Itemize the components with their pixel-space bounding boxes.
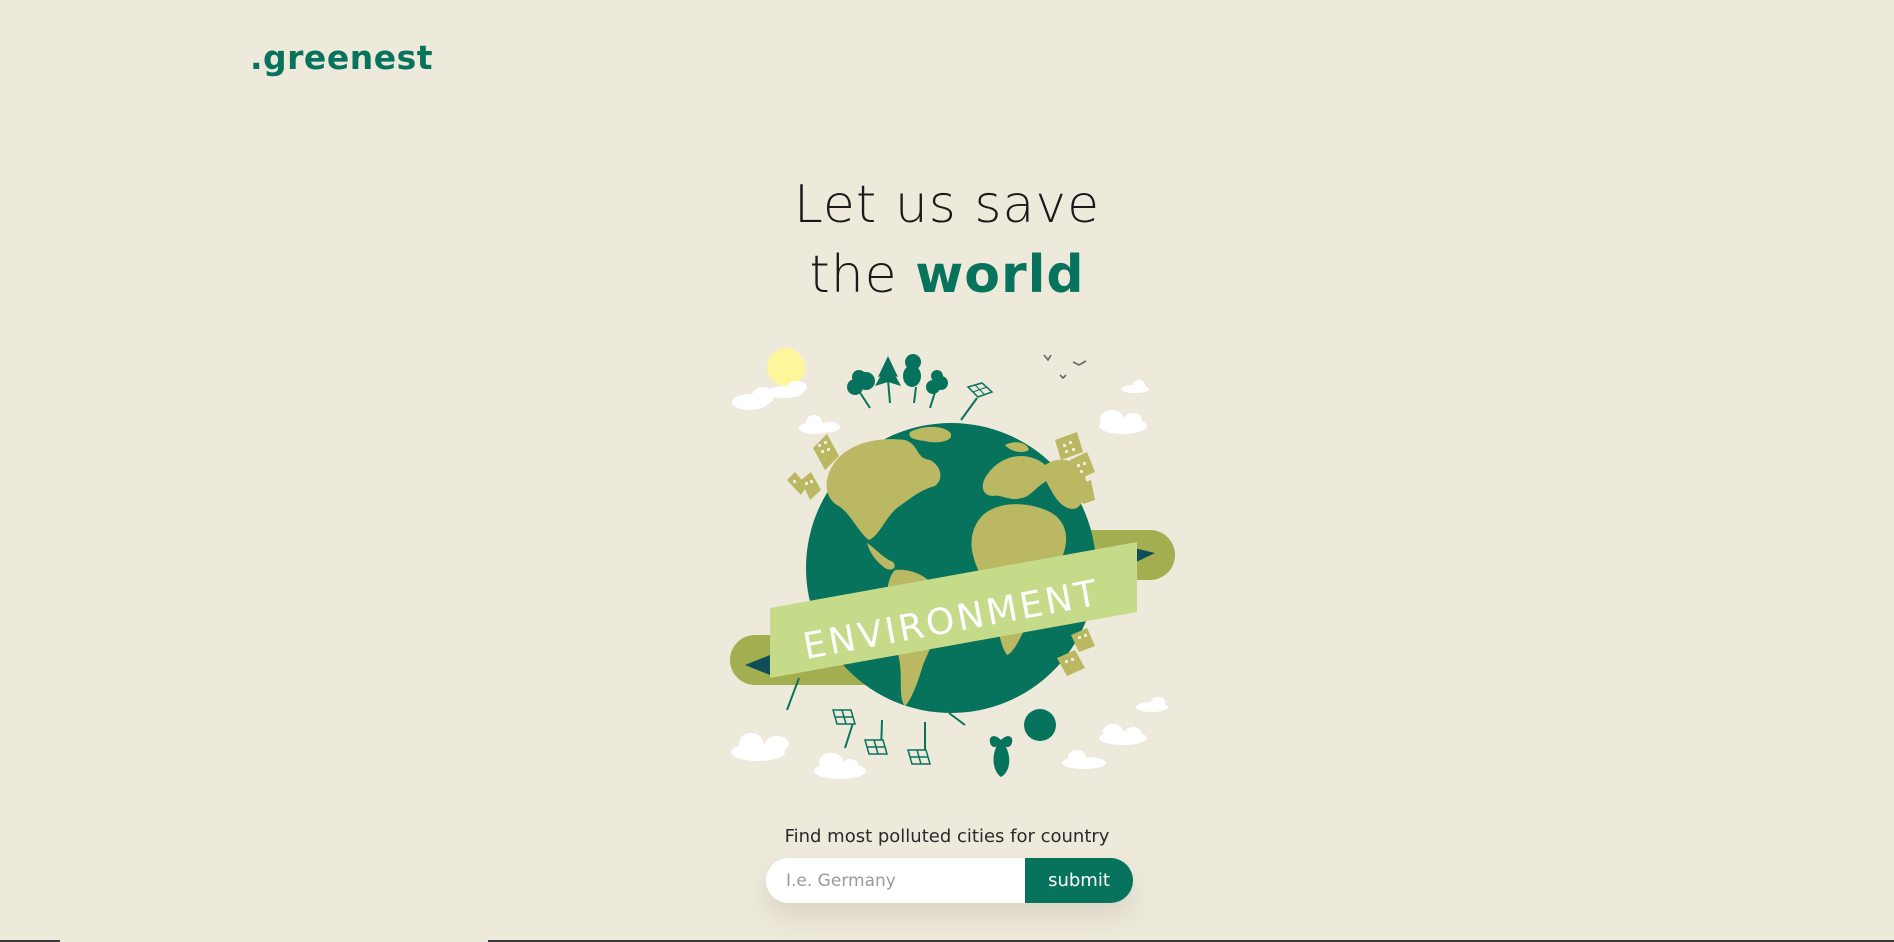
birds-icon — [1043, 354, 1087, 380]
sun-icon — [767, 348, 805, 386]
cloud-icon — [1121, 380, 1149, 393]
hero-line-2-accent: world — [915, 245, 1085, 305]
brand-logo[interactable]: .greenest — [250, 38, 433, 77]
hero-headline: Let us save the world — [0, 170, 1894, 310]
cloud-icon — [1099, 724, 1147, 745]
hero-line-2-prefix: the — [809, 245, 898, 305]
leaf-plant-icon — [989, 736, 1013, 777]
trees-icon — [847, 354, 948, 395]
round-tree-icon — [1024, 709, 1056, 741]
cloud-icon — [1136, 697, 1168, 712]
cloud-icon — [732, 381, 807, 410]
hero-line-2: the world — [0, 240, 1894, 310]
hero-line-1: Let us save — [793, 175, 1101, 235]
earth-environment-illustration: ENVIRONMENT — [730, 348, 1175, 779]
solar-panel-icon — [966, 382, 994, 398]
country-search-input[interactable] — [766, 858, 1025, 903]
country-search-form: submit — [766, 858, 1133, 903]
submit-button[interactable]: submit — [1025, 858, 1133, 903]
cloud-icon — [1099, 410, 1147, 434]
cloud-icon — [799, 415, 840, 434]
search-label: Find most polluted cities for country — [784, 826, 1110, 847]
cloud-icon — [731, 733, 789, 761]
cloud-icon — [1062, 750, 1106, 769]
cloud-icon — [814, 753, 866, 779]
page: .greenest Let us save the world ENVIRONM… — [0, 0, 1894, 942]
